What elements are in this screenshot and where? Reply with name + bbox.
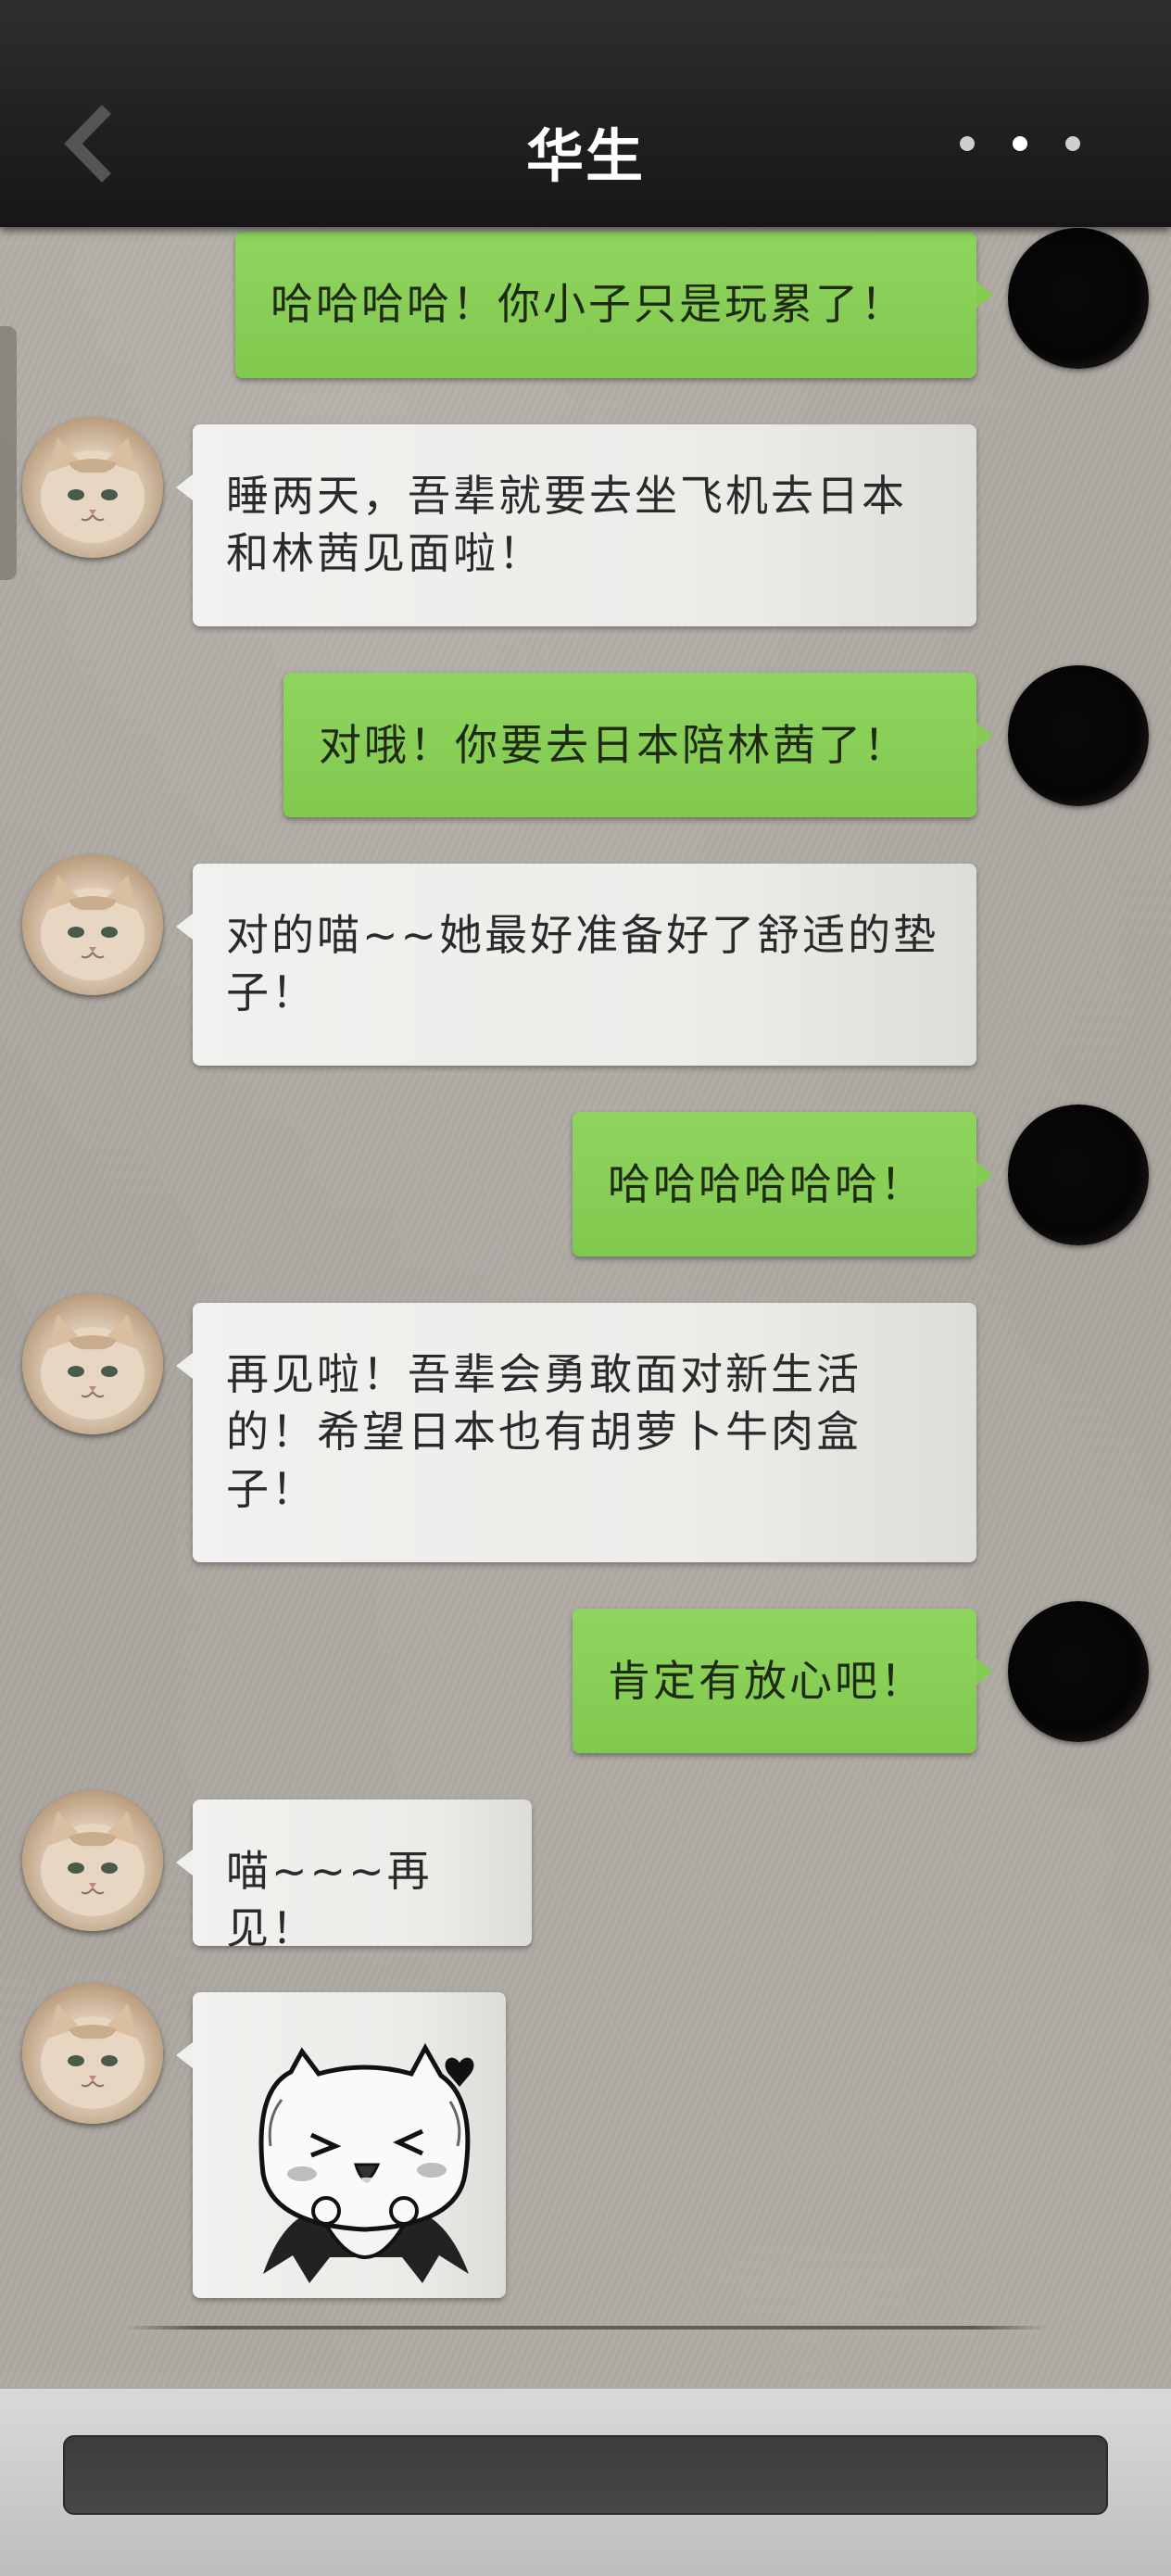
- cat-avatar-icon: [41, 1314, 145, 1420]
- avatar[interactable]: [22, 1294, 163, 1434]
- message-bubble-outgoing[interactable]: 哈哈哈哈！你小子只是玩累了！: [235, 232, 993, 378]
- message-text: 对哦！你要去日本陪林茜了！: [319, 720, 909, 770]
- avatar[interactable]: [1008, 228, 1149, 369]
- message-text-line: 睡两天，吾辈就要去坐飞机去日本: [226, 471, 907, 521]
- message-text-line: 子！: [226, 1464, 317, 1514]
- message-text-line: 的！希望日本也有胡萝卜牛肉盒: [226, 1407, 862, 1457]
- scroll-handle[interactable]: [0, 326, 17, 580]
- message-bubble-incoming[interactable]: 睡两天，吾辈就要去坐飞机去日本 和林茜见面啦！: [176, 424, 976, 626]
- cat-avatar-icon: [41, 2003, 145, 2109]
- message-text-line: 对的喵~~她最好准备好了舒适的垫: [226, 910, 939, 960]
- cat-avatar-icon: [41, 875, 145, 980]
- message-text-line: 子！: [226, 967, 317, 1017]
- message-bubble-sticker[interactable]: [176, 1992, 506, 2298]
- more-dot: [1065, 136, 1080, 151]
- message-bubble-outgoing[interactable]: 哈哈哈哈哈哈！: [573, 1112, 993, 1256]
- message-input[interactable]: [63, 2435, 1108, 2515]
- avatar[interactable]: [1008, 1601, 1149, 1742]
- cat-avatar-icon: [41, 437, 145, 543]
- more-button[interactable]: [960, 130, 1080, 158]
- message-text: 哈哈哈哈！你小子只是玩累了！: [271, 279, 906, 329]
- more-dot: [1013, 136, 1027, 151]
- more-dots-icon: [960, 136, 975, 151]
- input-bar: [0, 2389, 1171, 2576]
- message-bubble-outgoing[interactable]: 肯定有放心吧！: [573, 1609, 993, 1753]
- message-bubble-incoming[interactable]: 再见啦！吾辈会勇敢面对新生活 的！希望日本也有胡萝卜牛肉盒 子！: [176, 1303, 976, 1562]
- top-bar: 华生: [0, 0, 1171, 227]
- avatar[interactable]: [1008, 1105, 1149, 1245]
- avatar[interactable]: [22, 417, 163, 558]
- cat-avatar-icon: [41, 1811, 145, 1916]
- message-bubble-incoming[interactable]: 喵~~~再见！: [176, 1799, 532, 1953]
- message-text-line: 和林茜见面啦！: [226, 528, 544, 578]
- message-bubble-outgoing[interactable]: 对哦！你要去日本陪林茜了！: [283, 673, 993, 817]
- cat-vampire-sticker: [258, 2042, 474, 2283]
- avatar[interactable]: [22, 1983, 163, 2124]
- message-bubble-incoming[interactable]: 对的喵~~她最好准备好了舒适的垫 子！: [176, 864, 976, 1066]
- message-text-line: 再见啦！吾辈会勇敢面对新生活: [226, 1349, 862, 1399]
- message-text: 哈哈哈哈哈哈！: [608, 1159, 925, 1209]
- message-text: 肯定有放心吧！: [608, 1656, 925, 1706]
- message-text: 喵~~~再见！: [226, 1846, 433, 1953]
- avatar[interactable]: [1008, 665, 1149, 806]
- avatar[interactable]: [22, 1790, 163, 1931]
- avatar[interactable]: [22, 854, 163, 995]
- divider: [122, 2326, 1049, 2330]
